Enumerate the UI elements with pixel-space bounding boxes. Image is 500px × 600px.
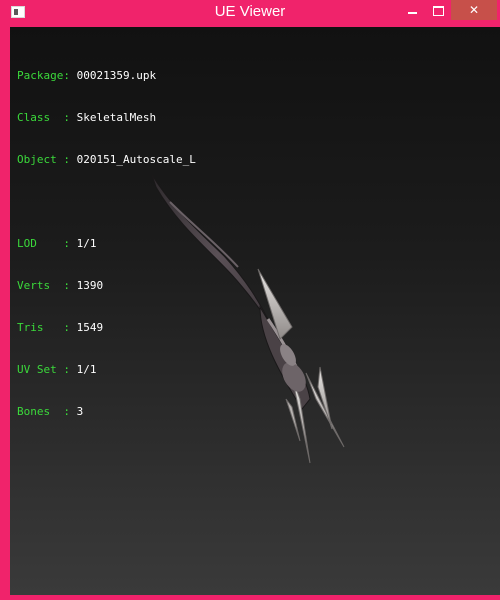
title-bar[interactable]: UE Viewer ✕	[5, 0, 497, 27]
app-window: UE Viewer ✕ Package: 00021359.upk Class …	[0, 0, 500, 600]
skeletal-mesh-render	[151, 174, 345, 464]
mesh-viewport[interactable]: Package: 00021359.upk Class : SkeletalMe…	[10, 27, 500, 595]
maximize-button[interactable]	[425, 0, 451, 20]
close-icon: ✕	[468, 3, 480, 17]
close-button[interactable]: ✕	[451, 0, 497, 20]
minimize-button[interactable]	[399, 0, 425, 20]
minimize-icon	[407, 11, 417, 14]
maximize-icon	[432, 5, 444, 16]
